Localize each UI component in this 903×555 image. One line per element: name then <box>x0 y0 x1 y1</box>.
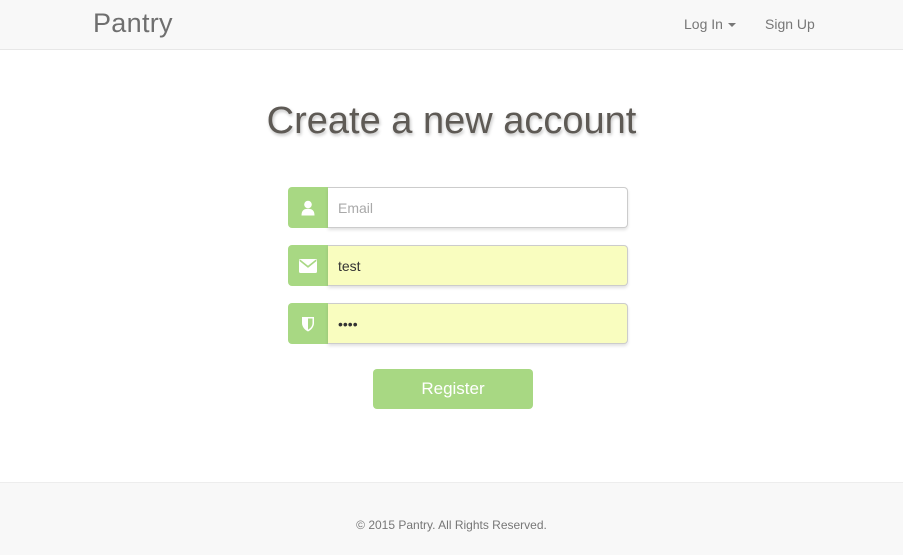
username-input-group <box>288 245 628 286</box>
caret-down-icon <box>727 23 736 28</box>
copyright-text: © 2015 Pantry. All Rights Reserved. <box>356 518 547 532</box>
user-icon <box>288 187 328 228</box>
email-input-group <box>288 187 628 228</box>
email-field[interactable] <box>328 187 628 228</box>
login-dropdown[interactable]: Log In <box>684 16 736 32</box>
register-button[interactable]: Register <box>373 369 533 409</box>
navbar: Pantry Log In Sign Up <box>0 0 903 50</box>
username-field[interactable] <box>328 245 628 286</box>
signup-link[interactable]: Sign Up <box>765 16 815 32</box>
password-input-group <box>288 303 628 344</box>
brand-link[interactable]: Pantry <box>93 8 173 39</box>
envelope-icon <box>288 245 328 286</box>
footer: © 2015 Pantry. All Rights Reserved. <box>0 482 903 555</box>
password-field[interactable] <box>328 303 628 344</box>
page-title: Create a new account <box>266 100 637 142</box>
shield-icon <box>288 303 328 344</box>
login-label: Log In <box>684 16 723 32</box>
